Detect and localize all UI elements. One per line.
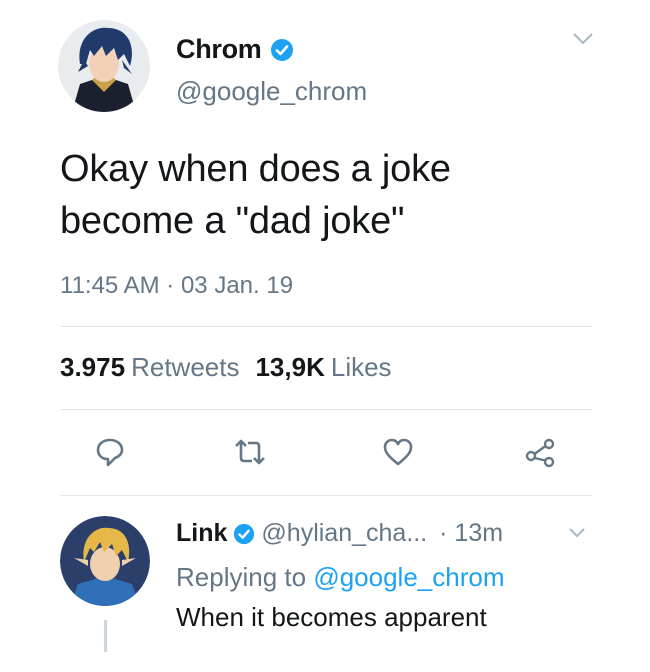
main-tweet: Chrom @google_chrom Okay when does a jok… (0, 0, 650, 500)
reply-button[interactable] (92, 436, 128, 472)
chevron-down-icon[interactable] (572, 32, 594, 46)
action-bar (0, 436, 650, 476)
user-handle[interactable]: @google_chrom (176, 76, 367, 107)
like-button[interactable] (380, 436, 416, 472)
retweets-stat[interactable]: 3.975 Retweets (60, 352, 239, 383)
reply-header: Link @hylian_cha... · 13m (176, 519, 503, 548)
verified-badge-icon (270, 38, 294, 62)
chevron-down-icon[interactable] (568, 526, 586, 538)
divider (60, 409, 592, 410)
retweet-button[interactable] (232, 436, 268, 472)
divider (60, 495, 592, 496)
likes-label: Likes (330, 352, 392, 382)
display-name[interactable]: Chrom (176, 34, 294, 65)
tweet-timestamp[interactable]: 11:45 AM · 03 Jan. 19 (60, 272, 293, 300)
reply-text: When it becomes apparent (176, 602, 487, 632)
avatar-link[interactable] (60, 516, 150, 606)
replying-to: Replying to @google_chrom (176, 562, 504, 593)
tweet-stats: 3.975 Retweets 13,9K Likes (60, 352, 392, 383)
replying-to-handle-link[interactable]: @google_chrom (313, 562, 504, 592)
avatar-chrom[interactable] (58, 20, 150, 112)
reply-icon (95, 436, 125, 473)
reply-display-name[interactable]: Link (176, 519, 227, 548)
heart-icon (382, 437, 414, 472)
share-icon (524, 436, 556, 473)
likes-stat[interactable]: 13,9K Likes (255, 352, 391, 383)
retweets-label: Retweets (131, 352, 240, 382)
verified-badge-icon (233, 523, 255, 545)
retweet-icon (233, 438, 267, 471)
thread-line (104, 620, 107, 652)
likes-count: 13,9K (255, 352, 325, 382)
reply-handle[interactable]: @hylian_cha... (261, 519, 427, 548)
display-name-text[interactable]: Chrom (176, 34, 262, 65)
reply-time[interactable]: · 13m (439, 519, 503, 548)
tweet-text: Okay when does a joke become a "dad joke… (60, 143, 620, 247)
tweet-text-line-1: Okay when does a joke (60, 148, 451, 190)
retweets-count: 3.975 (60, 352, 126, 382)
replying-prefix: Replying to (176, 562, 307, 592)
share-button[interactable] (522, 436, 558, 472)
divider (60, 326, 592, 327)
tweet-text-line-2: become a "dad joke" (60, 200, 405, 242)
